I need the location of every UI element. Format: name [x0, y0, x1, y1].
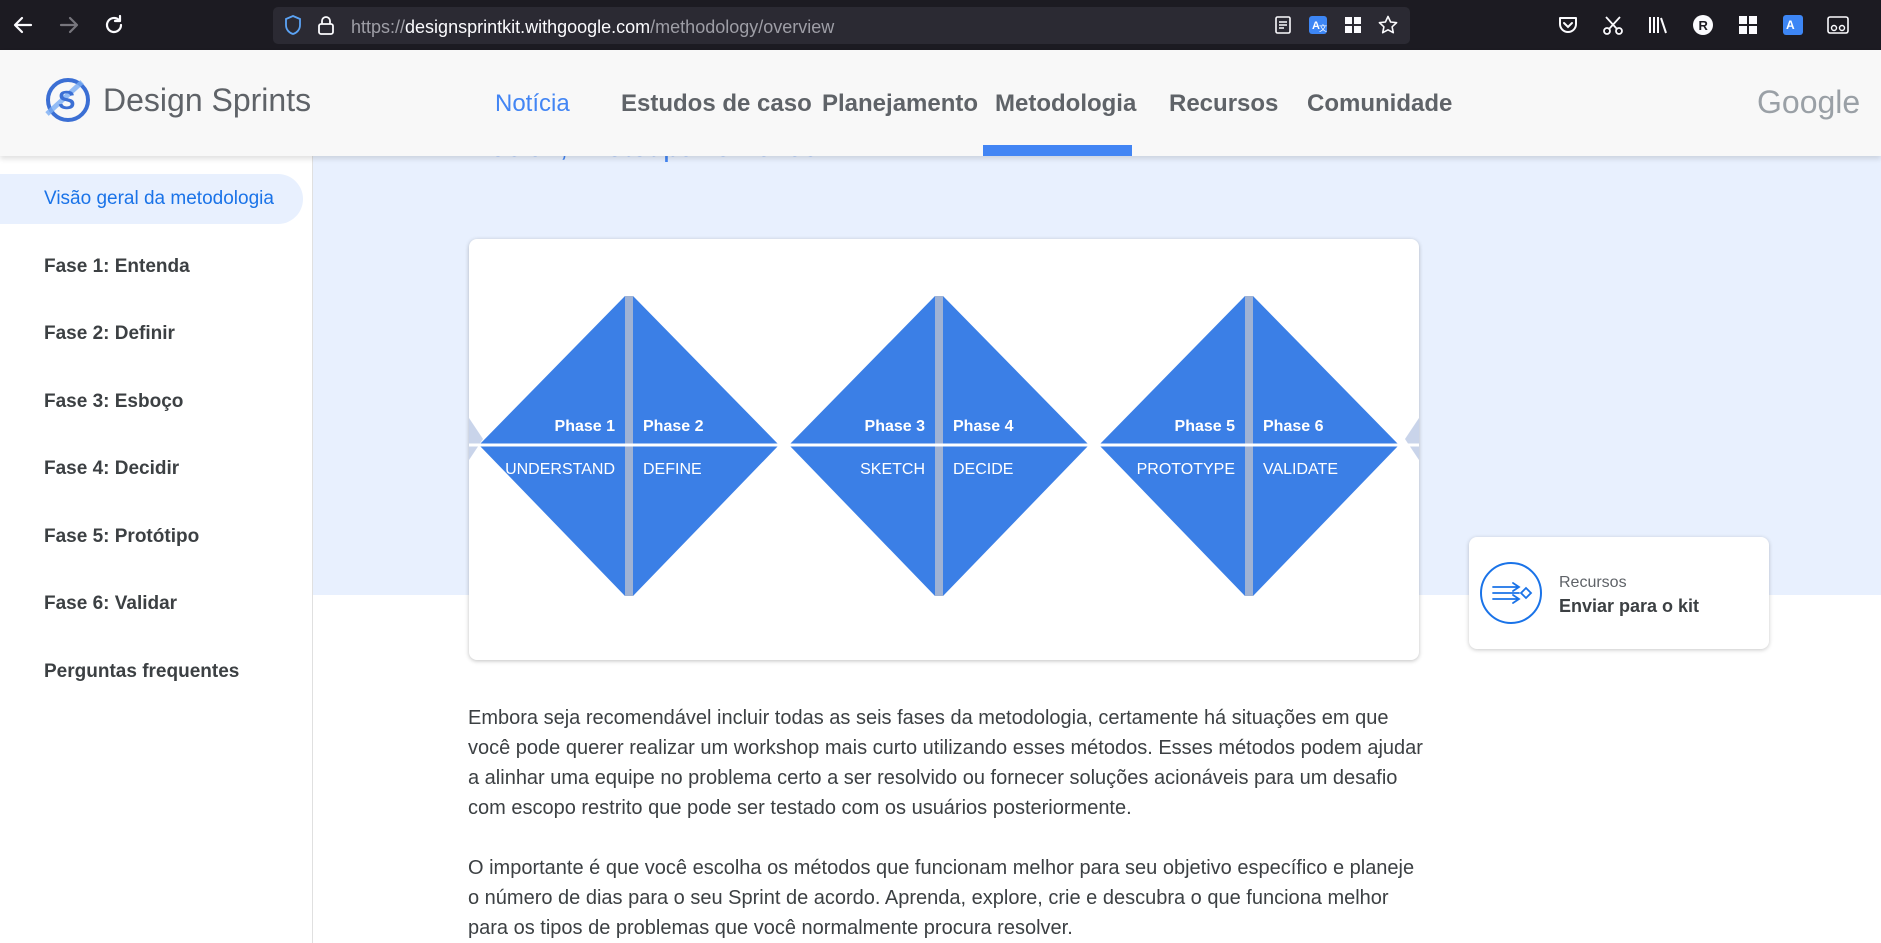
- bookmark-star-icon[interactable]: [1377, 14, 1399, 36]
- nav-tab-metodologia[interactable]: Metodologia: [995, 90, 1136, 118]
- translate-icon[interactable]: A文: [1307, 14, 1329, 36]
- svg-text:A: A: [1786, 18, 1795, 32]
- brand-name[interactable]: Design Sprints: [103, 82, 311, 119]
- library-icon[interactable]: [1645, 12, 1671, 38]
- forward-arrow-icon[interactable]: [56, 12, 82, 38]
- translate-extension-icon[interactable]: A: [1780, 12, 1806, 38]
- sidebar-item-phase-4[interactable]: Fase 4: Decidir: [44, 458, 179, 480]
- sidebar-item-phase-1[interactable]: Fase 1: Entenda: [44, 256, 190, 278]
- phase-name-label: DECIDE: [953, 461, 1013, 478]
- pocket-icon[interactable]: [1555, 12, 1581, 38]
- google-logo[interactable]: Google: [1757, 84, 1860, 121]
- active-tab-indicator: [983, 145, 1132, 156]
- sidebar-item-faq[interactable]: Perguntas frequentes: [44, 661, 239, 683]
- shield-icon[interactable]: [282, 14, 304, 36]
- nav-tab-comunidade[interactable]: Comunidade: [1307, 90, 1452, 118]
- reading-glasses-icon[interactable]: [1825, 12, 1851, 38]
- nav-tab-planejamento[interactable]: Planejamento: [822, 90, 978, 118]
- phase-number-label: Phase 1: [555, 418, 616, 435]
- browser-toolbar: https://designsprintkit.withgoogle.com/m…: [0, 0, 1881, 50]
- resource-card-title[interactable]: Enviar para o kit: [1559, 596, 1699, 617]
- sidebar-item-phase-3[interactable]: Fase 3: Esboço: [44, 391, 183, 413]
- extensions-grid-icon[interactable]: [1342, 14, 1364, 36]
- back-arrow-icon[interactable]: [10, 12, 36, 38]
- methodology-sidebar: Visão geral da metodologia Fase 1: Enten…: [0, 156, 313, 943]
- svg-text:R: R: [1699, 18, 1709, 33]
- phase-name-label: VALIDATE: [1263, 461, 1338, 478]
- reader-view-icon[interactable]: [1272, 14, 1294, 36]
- phase-number-label: Phase 6: [1263, 418, 1324, 435]
- phase-name-label: SKETCH: [860, 461, 925, 478]
- sidebar-item-phase-6[interactable]: Fase 6: Validar: [44, 593, 177, 615]
- sidebar-item-phase-5[interactable]: Fase 5: Protótipo: [44, 526, 199, 548]
- diagram-right-edge: [1405, 418, 1419, 460]
- phase-number-label: Phase 5: [1175, 418, 1236, 435]
- extensions-icon[interactable]: [1735, 12, 1761, 38]
- body-paragraph-2: O importante é que você escolha os métod…: [468, 857, 1415, 939]
- reload-icon[interactable]: [101, 12, 127, 38]
- nav-tab-estudos-de-caso[interactable]: Estudos de caso: [621, 90, 812, 118]
- account-avatar-icon[interactable]: R: [1690, 12, 1716, 38]
- resource-card[interactable]: Recursos Enviar para o kit: [1469, 537, 1769, 649]
- diagram-left-edge: [469, 418, 483, 460]
- phases-diagram: Phase 1 UNDERSTAND Phase 2 DEFINE Phase 3 SKE…: [469, 239, 1419, 660]
- sidebar-item-phase-2[interactable]: Fase 2: Definir: [44, 323, 175, 345]
- resource-card-label: Recursos: [1559, 574, 1627, 591]
- url-text[interactable]: https://designsprintkit.withgoogle.com/m…: [351, 17, 834, 38]
- phase-name-label: PROTOTYPE: [1137, 461, 1235, 478]
- send-to-kit-icon: [1479, 561, 1543, 625]
- body-paragraph-1: Embora seja recomendável incluir todas a…: [468, 707, 1423, 819]
- svg-text:S: S: [58, 85, 75, 115]
- phase-name-label: DEFINE: [643, 461, 702, 478]
- sidebar-item-overview[interactable]: Visão geral da metodologia: [44, 188, 274, 210]
- site-header: S Design Sprints Notícia Estudos de caso…: [0, 50, 1881, 156]
- phase-name-label: UNDERSTAND: [505, 461, 615, 478]
- phase-number-label: Phase 3: [865, 418, 926, 435]
- screenshot-icon[interactable]: [1600, 12, 1626, 38]
- phase-number-label: Phase 4: [953, 418, 1014, 435]
- nav-tab-recursos[interactable]: Recursos: [1169, 90, 1278, 118]
- design-sprints-logo-icon[interactable]: S: [44, 76, 92, 124]
- svg-text:文: 文: [1319, 23, 1327, 33]
- phase-number-label: Phase 2: [643, 418, 704, 435]
- nav-tab-noticia[interactable]: Notícia: [495, 90, 570, 118]
- lock-icon[interactable]: [315, 14, 337, 36]
- address-bar[interactable]: https://designsprintkit.withgoogle.com/m…: [273, 7, 1410, 44]
